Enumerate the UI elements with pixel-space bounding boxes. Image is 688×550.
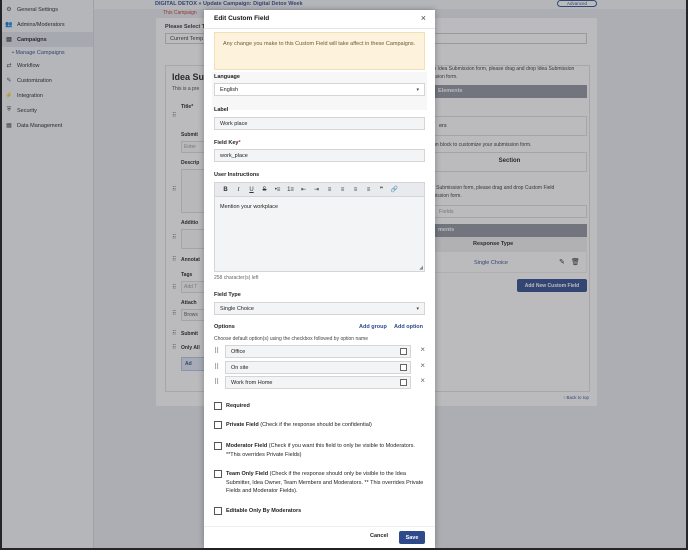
caret-down-icon: ▾ (416, 306, 419, 312)
modal-footer: Cancel Save (204, 526, 435, 548)
underline-button[interactable]: U (245, 185, 258, 195)
editable-only-by-moderators-row: Editable Only By Moderators (214, 507, 425, 516)
option-row: ⠿ Office × (214, 345, 425, 358)
editable-only-by-moderators-checkbox[interactable] (214, 507, 222, 515)
remove-option-icon[interactable]: × (420, 345, 425, 354)
moderator-field-checkbox-row: Moderator Field (Check if you want this … (214, 442, 425, 459)
modal-title: Edit Custom Field (214, 15, 270, 22)
user-instructions-label: User Instructions (214, 172, 260, 178)
field-type-select[interactable]: Single Choice ▾ (214, 302, 425, 315)
option-input[interactable]: On site (225, 361, 411, 374)
indent-icon[interactable]: ⇥ (310, 185, 323, 195)
field-type-label: Field Type (214, 292, 241, 298)
team-only-field-checkbox-label: Team Only Field (Check if the response s… (214, 470, 425, 496)
italic-button[interactable]: I (232, 185, 245, 195)
numbered-list-icon[interactable]: 1≡ (284, 185, 297, 195)
remove-option-icon[interactable]: × (420, 361, 425, 370)
private-field-label: Private Field (226, 422, 259, 428)
options-label: Options (214, 324, 235, 330)
field-key-label-text: Field Key (214, 140, 239, 146)
language-label: Language (214, 74, 240, 80)
editable-only-by-moderators-label: Editable Only By Moderators (226, 508, 302, 514)
private-field-checkbox[interactable] (214, 421, 222, 429)
remove-option-icon[interactable]: × (420, 376, 425, 385)
options-hint: Choose default option(s) using the check… (214, 336, 368, 342)
required-label: Required (226, 403, 250, 409)
notice-banner: Any change you make to this Custom Field… (214, 32, 425, 70)
quote-icon[interactable]: ❞ (375, 185, 388, 195)
team-only-field-checkbox-row: Team Only Field (Check if the response s… (214, 470, 425, 496)
drag-handle-icon[interactable]: ⠿ (214, 363, 219, 371)
moderator-field-checkbox[interactable] (214, 442, 222, 450)
private-field-checkbox-label: Private Field (Check if the response sho… (214, 421, 425, 430)
required-checkbox-label: Required (214, 402, 425, 411)
edit-custom-field-modal: Edit Custom Field × Any change you make … (204, 10, 435, 548)
default-option-checkbox[interactable] (400, 364, 407, 371)
drag-handle-icon[interactable]: ⠿ (214, 378, 219, 386)
editor-toolbar: B I U S •≡ 1≡ ⇤ ⇥ ≡ ≡ ≡ ≡ ❞ 🔗 (215, 183, 424, 197)
label-input[interactable]: Work place (214, 117, 425, 130)
characters-left: 258 character(s) left (214, 275, 259, 281)
modal-divider (204, 28, 435, 29)
field-key-input[interactable]: work_place (214, 149, 425, 162)
required-checkbox-row: Required (214, 402, 425, 411)
language-select[interactable]: English ▾ (214, 83, 425, 96)
editable-only-by-moderators-checkbox-label: Editable Only By Moderators (214, 507, 425, 516)
bullet-list-icon[interactable]: •≡ (271, 185, 284, 195)
label-label: Label (214, 107, 229, 113)
field-type-value: Single Choice (220, 306, 254, 312)
outdent-icon[interactable]: ⇤ (297, 185, 310, 195)
caret-down-icon: ▾ (416, 87, 419, 93)
default-option-checkbox[interactable] (400, 379, 407, 386)
bold-button[interactable]: B (219, 185, 232, 195)
align-center-icon[interactable]: ≡ (336, 185, 349, 195)
required-checkbox[interactable] (214, 402, 222, 410)
field-key-label: Field Key* (214, 140, 241, 146)
option-input[interactable]: Work from Home (225, 376, 411, 389)
align-justify-icon[interactable]: ≡ (362, 185, 375, 195)
save-button[interactable]: Save (399, 531, 425, 544)
default-option-checkbox[interactable] (400, 348, 407, 355)
moderator-field-label: Moderator Field (226, 443, 268, 449)
private-field-desc: (Check if the response should be confide… (258, 422, 372, 428)
drag-handle-icon[interactable]: ⠿ (214, 347, 219, 355)
option-input[interactable]: Office (225, 345, 411, 358)
option-row: ⠿ Work from Home × (214, 376, 425, 389)
moderator-field-checkbox-label: Moderator Field (Check if you want this … (214, 442, 425, 459)
add-group-link[interactable]: Add group (359, 324, 387, 330)
team-only-field-checkbox[interactable] (214, 470, 222, 478)
team-only-field-label: Team Only Field (226, 471, 269, 477)
option-row: ⠿ On site × (214, 361, 425, 374)
align-right-icon[interactable]: ≡ (349, 185, 362, 195)
align-left-icon[interactable]: ≡ (323, 185, 336, 195)
resize-handle-icon[interactable]: ◢ (419, 265, 423, 271)
instructions-text[interactable]: Mention your workplace (215, 197, 424, 217)
private-field-checkbox-row: Private Field (Check if the response sho… (214, 421, 425, 430)
cancel-button[interactable]: Cancel (370, 533, 388, 539)
language-select-value: English (220, 87, 239, 93)
instructions-editor[interactable]: B I U S •≡ 1≡ ⇤ ⇥ ≡ ≡ ≡ ≡ ❞ 🔗 Mention yo… (214, 182, 425, 272)
link-icon[interactable]: 🔗 (388, 185, 401, 195)
add-option-link[interactable]: Add option (394, 324, 423, 330)
required-asterisk: * (238, 140, 241, 146)
strikethrough-button[interactable]: S (258, 185, 271, 195)
close-icon[interactable]: × (421, 13, 426, 23)
